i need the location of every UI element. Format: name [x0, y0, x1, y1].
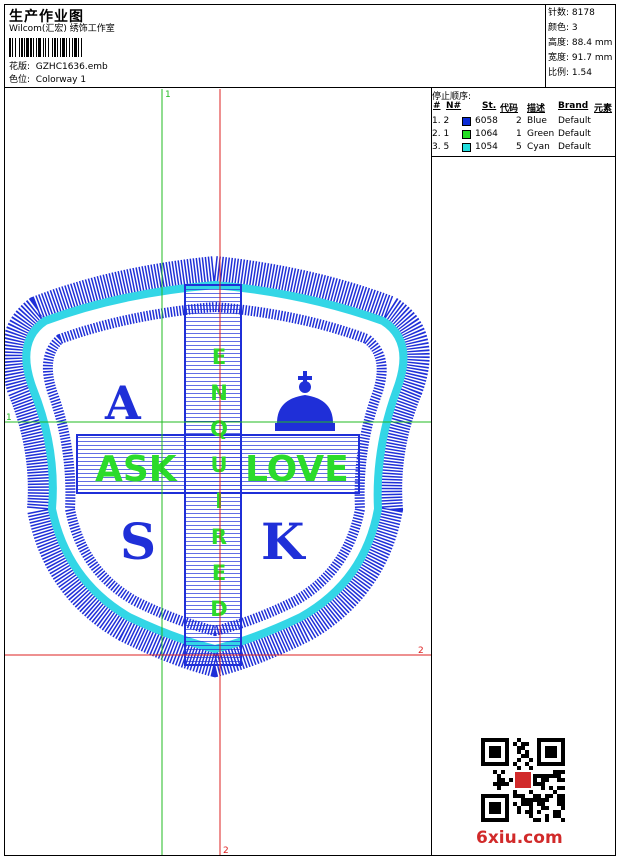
guide-green-label-top: 1 — [165, 90, 171, 100]
sheet-title: 生产作业图 — [9, 9, 84, 25]
guide-red-label-right: 2 — [418, 646, 424, 656]
stat-colors: 颜色: 3 — [548, 23, 578, 33]
stats-divider — [545, 4, 546, 88]
table-row: 3. 5 1054 5 Cyan Default — [432, 142, 591, 152]
qr-code-icon — [481, 738, 565, 822]
color-swatch — [462, 117, 471, 126]
col-code: 代码 — [500, 104, 519, 114]
design-file-label: 花版: GZHC1636.emb — [9, 62, 108, 72]
color-swatch — [462, 130, 471, 139]
design-canvas: ASK LOVE ENQUIRED A S K 1 1 2 2 — [5, 89, 431, 855]
col-needle: N# — [446, 101, 462, 111]
barcode — [9, 38, 151, 57]
stat-scale: 比例: 1.54 — [548, 68, 592, 78]
table-row: 2. 1 1064 1 Green Default — [432, 129, 591, 139]
col-index: # — [433, 101, 441, 111]
guide-red-label-bottom: 2 — [223, 846, 229, 855]
panel-bottom-line — [431, 156, 616, 157]
stats-box: 针数: 8178 颜色: 3 高度: 88.4 mm 宽度: 91.7 mm 比… — [548, 6, 612, 81]
studio-name: Wilcom(汇宏) 绣饰工作室 — [9, 24, 115, 34]
stat-height: 高度: 88.4 mm — [548, 38, 613, 48]
design-file-value: GZHC1636.emb — [35, 62, 108, 72]
bar-text-left: ASK — [95, 449, 178, 490]
stat-stitches: 针数: 8178 — [548, 8, 595, 18]
panel-divider — [431, 87, 432, 856]
quad-letter-bottom-left: S — [120, 512, 156, 571]
colorway-value: Colorway 1 — [35, 75, 87, 85]
table-row: 1. 2 6058 2 Blue Default — [432, 116, 591, 126]
watermark-logo: 6xiu.com — [476, 828, 563, 848]
col-desc: 描述 — [527, 104, 546, 114]
guide-green-label-left: 1 — [6, 413, 12, 423]
bar-text-right: LOVE — [245, 449, 349, 490]
quad-letter-bottom-right: K — [261, 512, 306, 571]
col-element: 元素 — [594, 104, 613, 114]
stat-width: 宽度: 91.7 mm — [548, 53, 613, 63]
colorway-label: 色位: Colorway 1 — [9, 75, 87, 85]
col-stitches: St. — [482, 101, 497, 111]
header-divider — [4, 87, 616, 88]
color-swatch — [462, 143, 471, 152]
col-brand: Brand — [558, 101, 589, 111]
